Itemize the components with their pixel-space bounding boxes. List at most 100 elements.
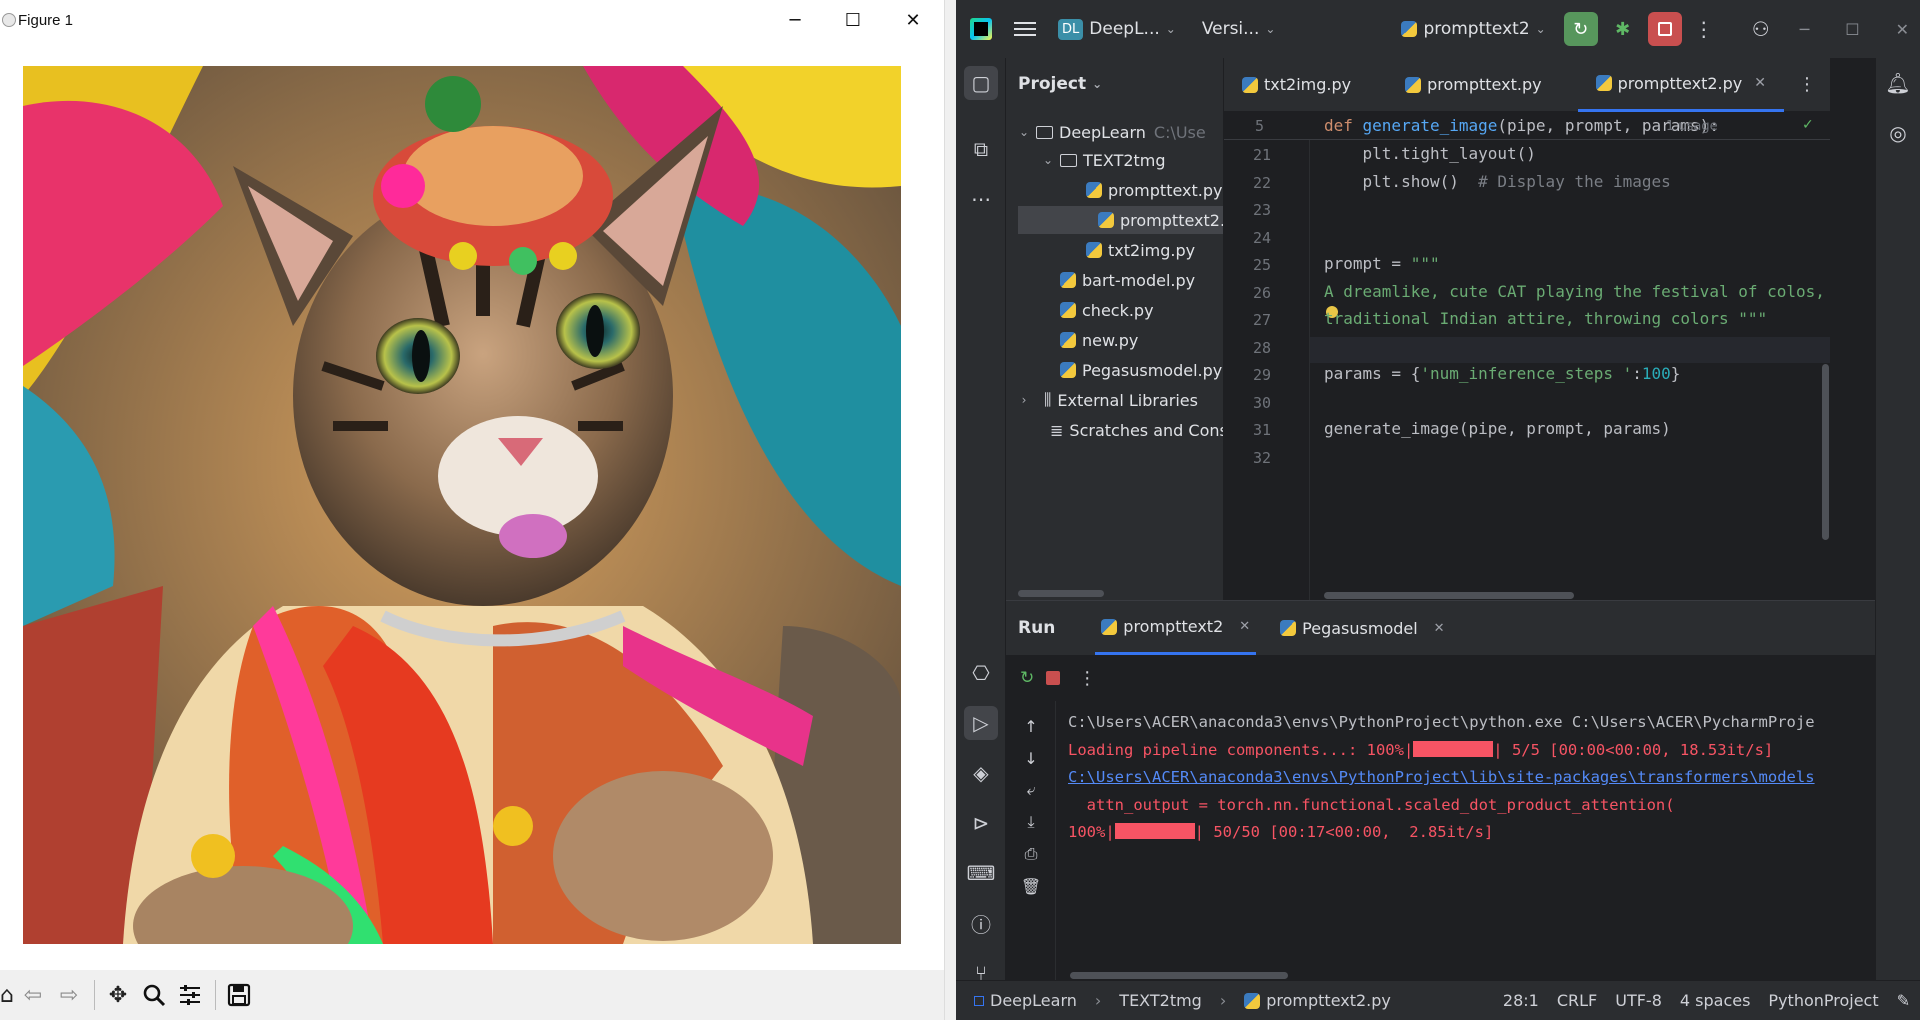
run-config-selector[interactable]: prompttext2 ⌄ xyxy=(1401,19,1546,39)
caret-position[interactable]: 28:1 xyxy=(1503,991,1539,1010)
tab-prompttext[interactable]: prompttext.py xyxy=(1387,58,1559,112)
editor-hscrollbar[interactable] xyxy=(1324,592,1574,599)
breadcrumb-project[interactable]: DeepLearn xyxy=(990,991,1077,1010)
problems-icon[interactable]: ⓘ xyxy=(964,906,998,940)
python-interpreter[interactable]: PythonProject xyxy=(1768,991,1878,1010)
tree-root[interactable]: ⌄ DeepLearn C:\Use xyxy=(1006,118,1223,146)
tree-item-libraries[interactable]: › ⫼ External Libraries xyxy=(1006,386,1223,414)
line-separator[interactable]: CRLF xyxy=(1557,991,1597,1010)
close-tab-icon[interactable]: ✕ xyxy=(1239,619,1250,634)
project-badge: DL xyxy=(1058,18,1084,40)
run-tab-prompttext2[interactable]: prompttext2 ✕ xyxy=(1095,601,1257,655)
close-tab-icon[interactable]: ✕ xyxy=(1754,75,1766,91)
tab-prompttext2[interactable]: prompttext2.py ✕ xyxy=(1577,58,1784,112)
matplotlib-icon xyxy=(2,13,16,27)
inspection-ok-icon: ✓ xyxy=(1802,117,1814,133)
run-tool-icon[interactable]: ▷ xyxy=(964,706,998,740)
minimize-button[interactable]: ─ xyxy=(766,0,824,40)
line-number: 30 xyxy=(1252,393,1271,412)
tabs-more-icon[interactable]: ⋮ xyxy=(1798,74,1816,95)
main-menu-icon[interactable] xyxy=(1014,22,1036,36)
tree-item-file[interactable]: new.py xyxy=(1006,326,1223,354)
add-user-icon[interactable]: ⚇ xyxy=(1752,17,1770,41)
edit-icon[interactable]: ✎ xyxy=(1897,991,1910,1010)
layers-icon[interactable]: ◈ xyxy=(964,756,998,790)
structure-icon[interactable]: ⧉ xyxy=(964,132,998,166)
python-console-icon[interactable]: ⎔ xyxy=(964,656,998,690)
tree-item-file-selected[interactable]: prompttext2.p xyxy=(1018,206,1224,234)
tree-item-file[interactable]: Pegasusmodel.py xyxy=(1006,356,1223,384)
more-actions-icon[interactable]: ⋮ xyxy=(1078,668,1096,689)
file-encoding[interactable]: UTF-8 xyxy=(1615,991,1662,1010)
tree-item-folder[interactable]: ⌄ TEXT2tmg xyxy=(1006,146,1223,174)
console-output[interactable]: C:\Users\ACER\anaconda3\envs\PythonProje… xyxy=(1006,701,1875,980)
desktop-scrollbar[interactable] xyxy=(944,0,956,1020)
run-tab-pegasusmodel[interactable]: Pegasusmodel ✕ xyxy=(1274,601,1450,655)
tree-item-file[interactable]: prompttext.py xyxy=(1006,176,1223,204)
zoom-icon[interactable] xyxy=(137,978,171,1012)
ide-maximize-button[interactable]: ☐ xyxy=(1845,20,1859,39)
tab-txt2img[interactable]: txt2img.py xyxy=(1224,58,1369,112)
line-number: 23 xyxy=(1252,201,1271,219)
tree-item-file[interactable]: check.py xyxy=(1006,296,1223,324)
save-icon[interactable] xyxy=(222,978,256,1012)
project-folder-icon[interactable]: ▢ xyxy=(964,66,998,100)
rerun-icon[interactable]: ↻ xyxy=(1020,668,1034,688)
tree-item-label: new.py xyxy=(1082,330,1139,350)
tree-item-label: bart-model.py xyxy=(1082,270,1196,290)
more-actions-icon[interactable]: ⋮ xyxy=(1694,17,1714,41)
back-arrow-icon[interactable]: ⇦ xyxy=(16,978,50,1012)
debug-icon[interactable]: ✱ xyxy=(1606,12,1640,46)
chevron-down-icon: ⌄ xyxy=(1018,125,1030,139)
console-line[interactable]: C:\Users\ACER\anaconda3\envs\PythonProje… xyxy=(1068,768,1815,786)
figure-title: Figure 1 xyxy=(18,11,74,29)
editor-vscrollbar[interactable] xyxy=(1822,364,1829,540)
rerun-button[interactable]: ↻ xyxy=(1563,12,1598,46)
sticky-header: 5 def generate_image(pipe, prompt, param… xyxy=(1224,112,1830,140)
folder-icon xyxy=(1036,125,1053,139)
module-icon xyxy=(974,995,984,1006)
stop-icon[interactable] xyxy=(1046,671,1061,685)
notifications-icon[interactable]: 🔔︎ xyxy=(1881,66,1915,100)
line-number: 25 xyxy=(1252,256,1271,274)
vcs-switcher[interactable]: Versi... ⌄ xyxy=(1202,19,1276,39)
tree-item-label: txt2img.py xyxy=(1108,240,1196,260)
stop-button[interactable] xyxy=(1647,12,1682,46)
chevron-down-icon: ⌄ xyxy=(1265,22,1276,36)
forward-arrow-icon[interactable]: ⇨ xyxy=(52,978,86,1012)
project-hscrollbar[interactable] xyxy=(1018,590,1104,597)
code-token: # Display the images xyxy=(1478,171,1671,191)
line-number: 5 xyxy=(1254,117,1264,135)
console-line: C:\Users\ACER\anaconda3\envs\PythonProje… xyxy=(1068,713,1815,731)
code-token: generate_image(pipe, prompt, params) xyxy=(1324,419,1671,438)
breadcrumb-file[interactable]: prompttext2.py xyxy=(1266,991,1391,1010)
indent-setting[interactable]: 4 spaces xyxy=(1680,991,1751,1010)
maximize-button[interactable]: ☐ xyxy=(824,0,882,40)
tree-item-scratches[interactable]: ≣ Scratches and Cons xyxy=(1006,416,1223,444)
pan-icon[interactable]: ✥ xyxy=(101,978,135,1012)
breadcrumb-folder[interactable]: TEXT2tmg xyxy=(1119,991,1202,1010)
configure-subplots-icon[interactable] xyxy=(173,978,207,1012)
project-panel: Project ⌄ ⌄ DeepLearn C:\Use ⌄ TEXT2tmg … xyxy=(1006,58,1224,600)
tree-root-label: DeepLearn xyxy=(1059,122,1146,142)
ide-titlebar: DL DeepL... ⌄ Versi... ⌄ prompttext2 ⌄ ↻… xyxy=(956,0,1920,58)
project-panel-header[interactable]: Project ⌄ xyxy=(1018,74,1102,94)
tree-root-path: C:\Use xyxy=(1153,122,1206,142)
terminal-icon[interactable]: ⌨ xyxy=(964,856,998,890)
chevron-right-icon: › xyxy=(1021,393,1027,407)
project-switcher[interactable]: DL DeepL... ⌄ xyxy=(1058,18,1176,40)
more-tools-icon[interactable]: ⋯ xyxy=(964,182,998,216)
tree-item-file[interactable]: bart-model.py xyxy=(1006,266,1223,294)
ide-close-button[interactable]: ✕ xyxy=(1896,20,1909,39)
tree-item-label: prompttext2.p xyxy=(1120,210,1224,230)
services-icon[interactable]: ⊳ xyxy=(964,806,998,840)
code-token: prompt = xyxy=(1324,254,1411,273)
ide-minimize-button[interactable]: ─ xyxy=(1800,20,1810,39)
console-hscrollbar[interactable] xyxy=(1070,972,1288,979)
close-button[interactable]: ✕ xyxy=(884,0,942,40)
home-icon[interactable]: ⌂ xyxy=(0,978,14,1012)
close-tab-icon[interactable]: ✕ xyxy=(1434,621,1445,636)
code-line: generate_image(pipe, prompt, params) xyxy=(1324,419,1671,438)
tree-item-file[interactable]: txt2img.py xyxy=(1006,236,1223,264)
ai-assistant-icon[interactable]: ◎ xyxy=(1881,116,1915,150)
